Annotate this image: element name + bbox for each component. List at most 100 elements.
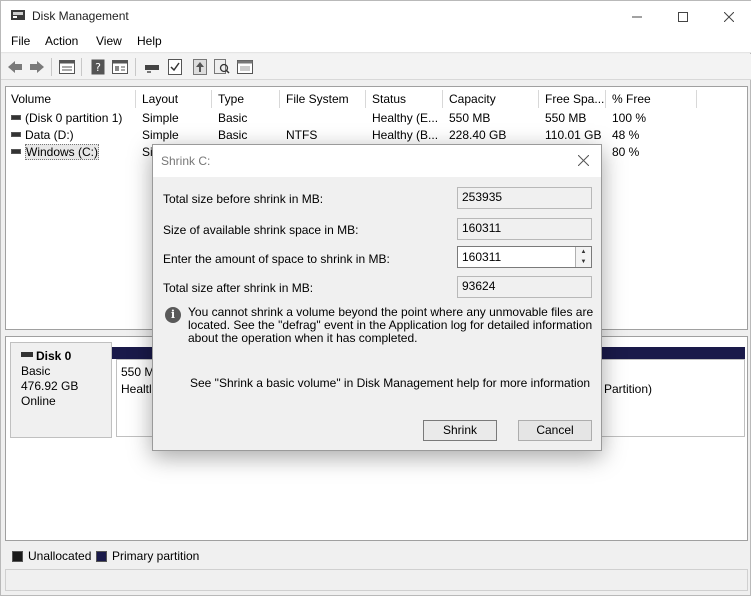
shrink-button[interactable]: Shrink <box>423 420 497 441</box>
volume-icon <box>11 132 21 138</box>
column-status[interactable]: Status <box>367 90 443 108</box>
forward-button[interactable] <box>27 57 47 77</box>
unallocated-swatch <box>12 551 23 562</box>
column-free-space[interactable]: Free Spa... <box>540 90 606 108</box>
disk-name: Disk 0 <box>36 349 72 363</box>
toolbar-separator <box>51 58 52 76</box>
toolbar-separator <box>135 58 136 76</box>
total-size-before-field: 253935 <box>457 187 592 209</box>
legend-primary: Primary partition <box>112 549 200 563</box>
menu-bar: File Action View Help <box>1 31 751 53</box>
volume-name-cell: Data (D:) <box>6 127 136 144</box>
volume-icon <box>11 115 21 121</box>
dialog-close-button[interactable] <box>573 151 593 171</box>
close-icon <box>723 11 735 23</box>
total-size-after-label: Total size after shrink in MB: <box>163 281 314 295</box>
volume-name: Windows (C:) <box>25 144 100 160</box>
search-icon <box>214 59 230 74</box>
file-system-cell <box>281 110 366 127</box>
disk-icon <box>21 352 33 358</box>
volume-row[interactable]: Data (D:) Simple Basic NTFS Healthy (B..… <box>6 127 747 144</box>
partition-data[interactable]: Partition) <box>600 359 745 437</box>
rescan-button[interactable] <box>190 57 210 77</box>
volume-icon <box>11 149 21 155</box>
shrink-amount-input[interactable] <box>458 247 574 267</box>
check-icon <box>168 59 182 75</box>
back-icon <box>8 61 22 73</box>
menu-action[interactable]: Action <box>45 34 78 48</box>
volume-name: Data (D:) <box>25 128 74 142</box>
column-file-system[interactable]: File System <box>281 90 366 108</box>
file-system-cell: NTFS <box>286 128 318 142</box>
total-size-after-field: 93624 <box>457 276 592 298</box>
column-volume[interactable]: Volume <box>6 90 136 108</box>
maximize-icon <box>678 12 688 23</box>
volume-name: (Disk 0 partition 1) <box>25 111 123 125</box>
svg-text:?: ? <box>95 61 101 74</box>
partition-status: Healtl <box>121 382 152 396</box>
volume-name-cell: Windows (C:) <box>6 144 136 161</box>
back-button[interactable] <box>5 57 25 77</box>
dialog-title-bar: Shrink C: <box>153 145 601 177</box>
partition-efi[interactable]: 550 M Healtl <box>116 359 156 437</box>
maximize-button[interactable] <box>660 1 706 31</box>
toolbar-separator <box>81 58 82 76</box>
volume-list-header: Volume Layout Type File System Status Ca… <box>6 90 747 108</box>
check-button[interactable] <box>165 57 185 77</box>
total-size-before-label: Total size before shrink in MB: <box>163 192 324 206</box>
help-button[interactable]: ? <box>88 57 108 77</box>
free-space-cell: 110.01 GB <box>545 128 602 142</box>
disk-type: Basic <box>21 364 51 378</box>
volume-name-cell: (Disk 0 partition 1) <box>6 110 136 127</box>
help-link-text[interactable]: See "Shrink a basic volume" in Disk Mana… <box>190 376 590 390</box>
capacity-cell: 550 MB <box>449 111 491 125</box>
legend-unallocated: Unallocated <box>28 549 92 563</box>
menu-view[interactable]: View <box>96 34 122 48</box>
type-cell: Basic <box>218 128 248 142</box>
shrink-amount-label: Enter the amount of space to shrink in M… <box>163 252 390 266</box>
menu-help[interactable]: Help <box>137 34 162 48</box>
partition-label: Partition) <box>604 382 653 396</box>
disk-info-panel[interactable]: Disk 0 Basic 476.92 GB Online <box>10 342 112 438</box>
disk-management-window: Disk Management File Action View Help ? <box>0 0 751 596</box>
close-button[interactable] <box>706 1 751 31</box>
disk-button[interactable] <box>142 57 162 77</box>
partition-size: 550 M <box>121 365 155 379</box>
close-icon <box>577 154 589 167</box>
forward-icon <box>30 61 44 73</box>
help-icon: ? <box>91 59 105 75</box>
column-layout[interactable]: Layout <box>137 90 212 108</box>
capacity-cell: 228.40 GB <box>449 128 507 142</box>
shrink-amount-spinner[interactable]: ▲ ▼ <box>457 246 592 268</box>
disk-size: 476.92 GB <box>21 379 79 393</box>
disk-management-icon <box>11 10 25 20</box>
disk-icon <box>145 65 159 73</box>
available-shrink-field: 160311 <box>457 218 592 240</box>
properties-button[interactable] <box>110 57 130 77</box>
column-capacity[interactable]: Capacity <box>444 90 539 108</box>
toolbar: ? <box>1 54 751 80</box>
list-view-button[interactable] <box>57 57 77 77</box>
column-type[interactable]: Type <box>213 90 280 108</box>
available-shrink-label: Size of available shrink space in MB: <box>163 223 359 237</box>
title-bar: Disk Management <box>1 1 751 31</box>
percent-free-cell: 48 % <box>612 128 640 142</box>
layout-cell: Simple <box>142 111 179 125</box>
rescan-icon <box>193 59 207 75</box>
spin-up-button[interactable]: ▲ <box>575 247 591 257</box>
minimize-button[interactable] <box>614 1 660 31</box>
search-button[interactable] <box>212 57 232 77</box>
status-cell: Healthy (E... <box>372 111 439 125</box>
free-space-cell: 550 MB <box>545 111 587 125</box>
properties-icon <box>112 60 128 74</box>
column-percent-free[interactable]: % Free <box>607 90 697 108</box>
cancel-button[interactable]: Cancel <box>518 420 592 441</box>
console-button[interactable] <box>235 57 255 77</box>
console-icon <box>237 60 253 74</box>
menu-file[interactable]: File <box>11 34 30 48</box>
spin-down-button[interactable]: ▼ <box>575 257 591 267</box>
info-message: You cannot shrink a volume beyond the po… <box>188 305 594 345</box>
dialog-title: Shrink C: <box>161 154 211 168</box>
volume-row[interactable]: (Disk 0 partition 1) Simple Basic Health… <box>6 110 747 127</box>
status-cell: Healthy (B... <box>372 128 439 142</box>
